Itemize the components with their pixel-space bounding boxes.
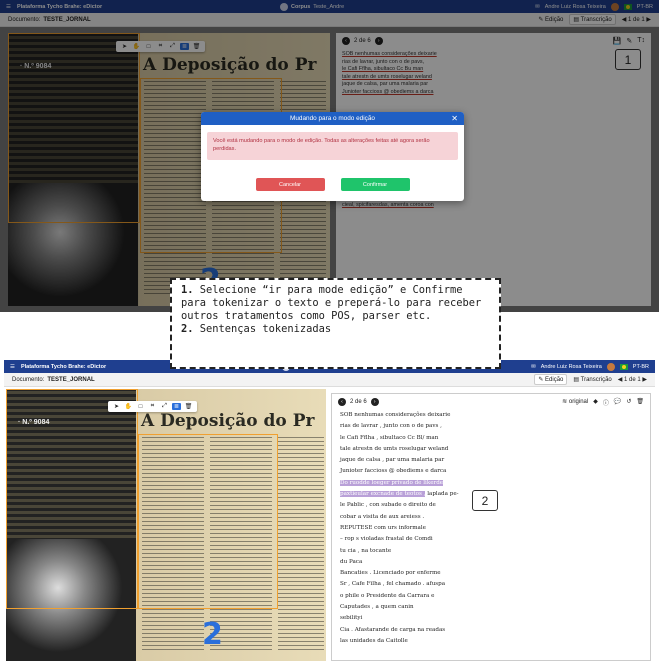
page-indicator: ◀ 1 de 1 ▶ xyxy=(617,377,647,383)
workspace: · N.º 9084 A Deposição do Pr ➤✋□⌗⤢≣🗑 2 ‹… xyxy=(4,387,655,661)
list-icon[interactable]: ≣ xyxy=(172,403,181,410)
comments-icon[interactable]: 💬 xyxy=(614,398,621,407)
region-highlight[interactable] xyxy=(138,434,278,609)
instruction-note: 1. Selecione “ir para mode edição” e Con… xyxy=(170,278,501,369)
selected-sentence[interactable]: Do ruodde loeger privado de likerde xyxy=(340,479,444,486)
close-icon[interactable]: ✕ xyxy=(451,114,458,123)
dialog-message: Você está mudando para o modo de edição.… xyxy=(207,132,458,160)
dialog-title: Mudando para o modo edição xyxy=(290,115,375,122)
callout-number: 2 xyxy=(472,490,498,511)
screenshot-edit-mode-dialog: ☰ Plataforma Tycho Brahe: eDictor Corpus… xyxy=(0,0,659,312)
next-page-icon[interactable]: › xyxy=(370,398,379,406)
undo-icon[interactable]: ↺ xyxy=(626,398,631,407)
fullscreen-icon[interactable]: ⤢ xyxy=(160,403,169,410)
tag-icon[interactable]: ◆ xyxy=(593,398,598,407)
transcription-panel: ‹ 2 de 6 › ≋ original ◆ ⓘ 💬 ↺ 🗑 SOB nenhumas co… xyxy=(331,393,651,661)
trash-icon[interactable]: 🗑 xyxy=(636,398,644,407)
newspaper-scan: · N.º 9084 A Deposição do Pr ➤✋□⌗⤢≣🗑 2 xyxy=(6,389,326,661)
trash-icon[interactable]: 🗑 xyxy=(184,403,193,410)
stack-icon[interactable]: ≋ original xyxy=(562,398,588,407)
confirm-button[interactable]: Confirmar xyxy=(340,178,410,191)
tokenized-text: SOB nenhumas considerações deixarie rias… xyxy=(340,412,459,644)
pointer-icon[interactable]: ➤ xyxy=(112,403,121,410)
flag-icon[interactable] xyxy=(619,363,628,370)
edit-mode-button[interactable]: ✎ Edição xyxy=(534,374,568,385)
screenshot-tokenized: ☰ Plataforma Tycho Brahe: eDictor Corpus… xyxy=(4,360,655,661)
transcription-mode-button[interactable]: ▤ Transcrição xyxy=(573,376,611,383)
cancel-button[interactable]: Cancelar xyxy=(255,178,325,191)
crop-icon[interactable]: ⌗ xyxy=(148,403,157,410)
document-bar: Documento: TESTE_JORNAL ✎ Edição ▤ Transcr… xyxy=(4,373,655,387)
square-icon[interactable]: □ xyxy=(136,404,145,410)
menu-icon[interactable]: ☰ xyxy=(10,364,15,370)
edit-mode-dialog: Mudando para o modo edição ✕ Você está mu… xyxy=(201,112,464,201)
region-highlight[interactable] xyxy=(6,389,138,609)
info-icon[interactable]: ⓘ xyxy=(603,398,609,407)
prev-page-icon[interactable]: ‹ xyxy=(338,398,346,406)
user-icon: ✉ xyxy=(531,363,536,370)
hand-icon[interactable]: ✋ xyxy=(124,403,133,410)
avatar[interactable] xyxy=(606,362,615,371)
image-toolbar: ➤ ✋ □ ⌗ ⤢ ≣ 🗑 xyxy=(108,401,197,412)
